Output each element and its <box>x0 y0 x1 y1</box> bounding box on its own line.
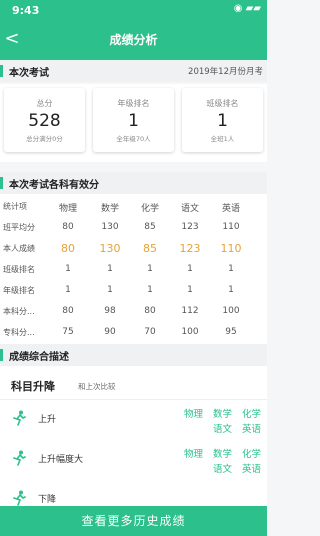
table-row: 年级排名 1 1 1 1 1 <box>0 280 267 301</box>
section-header-current-exam: 本次考试 2019年12月份月考 <box>0 60 267 82</box>
table-cell: 112 <box>181 306 199 316</box>
card-value: 528 <box>28 111 61 131</box>
total-score-card: 总分 528 总分满分0分 <box>4 88 85 152</box>
header-cell: 物理 <box>58 204 77 214</box>
header-cell: 数学 <box>100 204 119 214</box>
panel-subtitle: 和上次比较 <box>78 382 116 391</box>
divider <box>0 399 267 400</box>
grade-rank-card: 年级排名 1 全年级70人 <box>93 88 174 152</box>
header-cell: 化学 <box>140 204 159 214</box>
table-cell: 95 <box>225 327 237 337</box>
status-icons: ◉ ▰▰ <box>233 3 261 14</box>
table-cell: 90 <box>104 327 116 337</box>
subject-tag: 化学 <box>242 449 262 460</box>
subject-tag: 化学 <box>242 409 262 420</box>
row-label: 班级排名 <box>3 265 35 274</box>
rise-sharply-icon <box>13 450 26 466</box>
subject-change-panel: 科目升降 和上次比较 上升 物理 数学 化学 语文 英语 上升幅度大 物理 数学… <box>0 366 267 506</box>
table-cell: 85 <box>143 242 157 255</box>
class-rank-card: 班级排名 1 全班1人 <box>182 88 263 152</box>
row-label: 年级排名 <box>3 286 35 295</box>
score-cards: 总分 528 总分满分0分 年级排名 1 全年级70人 班级排名 1 全班1人 <box>0 84 267 162</box>
decline-icon <box>13 490 26 506</box>
row-label-decline: 下降 <box>38 495 57 505</box>
table-row: 专科分... 75 90 70 100 95 <box>0 322 267 343</box>
table-cell: 100 <box>222 306 240 316</box>
table-row: 班级排名 1 1 1 1 1 <box>0 259 267 280</box>
table-cell: 110 <box>220 242 242 255</box>
table-cell: 98 <box>104 306 116 316</box>
table-cell: 1 <box>65 285 71 295</box>
card-value: 1 <box>128 111 139 131</box>
card-title: 年级排名 <box>117 99 150 108</box>
card-sub: 全班1人 <box>210 135 235 143</box>
table-cell: 1 <box>228 264 234 274</box>
subject-tag: 物理 <box>184 409 204 420</box>
row-label-rise-sharply: 上升幅度大 <box>38 455 84 465</box>
card-sub: 总分满分0分 <box>26 135 63 143</box>
table-cell: 123 <box>179 242 201 255</box>
status-bar: 9:43 ◉ ▰▰ <box>0 0 267 22</box>
subject-tag: 语文 <box>213 424 233 435</box>
subject-tag: 数学 <box>213 409 233 420</box>
table-cell: 130 <box>101 222 119 232</box>
view-history-button[interactable]: 查看更多历史成绩 <box>0 506 267 536</box>
table-cell: 100 <box>181 327 199 337</box>
section-accent-bar <box>0 177 3 189</box>
section-header-summary: 成绩综合描述 <box>0 344 267 366</box>
subject-tag: 英语 <box>242 424 262 435</box>
table-cell: 85 <box>144 222 156 232</box>
table-cell: 1 <box>187 285 193 295</box>
card-sub: 全年级70人 <box>116 135 151 143</box>
header-cell: 语文 <box>180 204 199 214</box>
table-cell: 70 <box>144 327 156 337</box>
header-cell: 英语 <box>221 204 240 214</box>
row-label: 班平均分 <box>3 223 35 232</box>
subject-tag: 语文 <box>213 464 233 475</box>
table-cell: 80 <box>62 222 74 232</box>
header-cell: 统计项 <box>3 202 27 211</box>
panel-title: 科目升降 <box>11 380 55 393</box>
table-cell: 110 <box>222 222 240 232</box>
row-label: 本人成绩 <box>3 244 35 253</box>
table-cell: 80 <box>61 242 75 255</box>
status-time: 9:43 <box>12 4 40 17</box>
exam-date: 2019年12月份月考 <box>188 67 263 77</box>
table-row-my-score: 本人成绩 80 130 85 123 110 <box>0 238 267 259</box>
table-header-row: 统计项 物理 数学 化学 语文 英语 <box>0 196 267 217</box>
table-cell: 130 <box>99 242 121 255</box>
table-cell: 1 <box>65 264 71 274</box>
rise-icon <box>13 410 26 426</box>
table-cell: 1 <box>107 285 113 295</box>
table-row: 班平均分 80 130 85 123 110 <box>0 217 267 238</box>
subject-tag: 物理 <box>184 449 204 460</box>
table-cell: 1 <box>187 264 193 274</box>
section-title: 本次考试 <box>9 68 49 79</box>
card-title: 总分 <box>36 99 53 108</box>
subject-tag: 英语 <box>242 464 262 475</box>
table-row: 本科分... 80 98 80 112 100 <box>0 301 267 322</box>
row-label-rise: 上升 <box>38 415 57 425</box>
table-cell: 1 <box>147 285 153 295</box>
row-label: 本科分... <box>3 307 35 316</box>
section-accent-bar <box>0 65 3 77</box>
section-header-subject-scores: 本次考试各科有效分 <box>0 172 267 194</box>
table-cell: 123 <box>181 222 199 232</box>
section-title: 成绩综合描述 <box>9 352 69 363</box>
subject-tag: 数学 <box>213 449 233 460</box>
card-title: 班级排名 <box>206 99 239 108</box>
row-label: 专科分... <box>3 328 35 337</box>
table-cell: 80 <box>144 306 156 316</box>
subject-score-table: 统计项 物理 数学 化学 语文 英语 班平均分 80 130 85 123 11… <box>0 194 267 344</box>
card-value: 1 <box>217 111 228 131</box>
table-cell: 1 <box>228 285 234 295</box>
page-title: 成绩分析 <box>109 33 158 47</box>
app-header: 9:43 ◉ ▰▰ < 成绩分析 <box>0 0 267 60</box>
section-accent-bar <box>0 349 3 361</box>
table-cell: 80 <box>62 306 74 316</box>
section-title: 本次考试各科有效分 <box>9 180 99 191</box>
table-cell: 1 <box>107 264 113 274</box>
table-cell: 75 <box>62 327 74 337</box>
table-cell: 1 <box>147 264 153 274</box>
